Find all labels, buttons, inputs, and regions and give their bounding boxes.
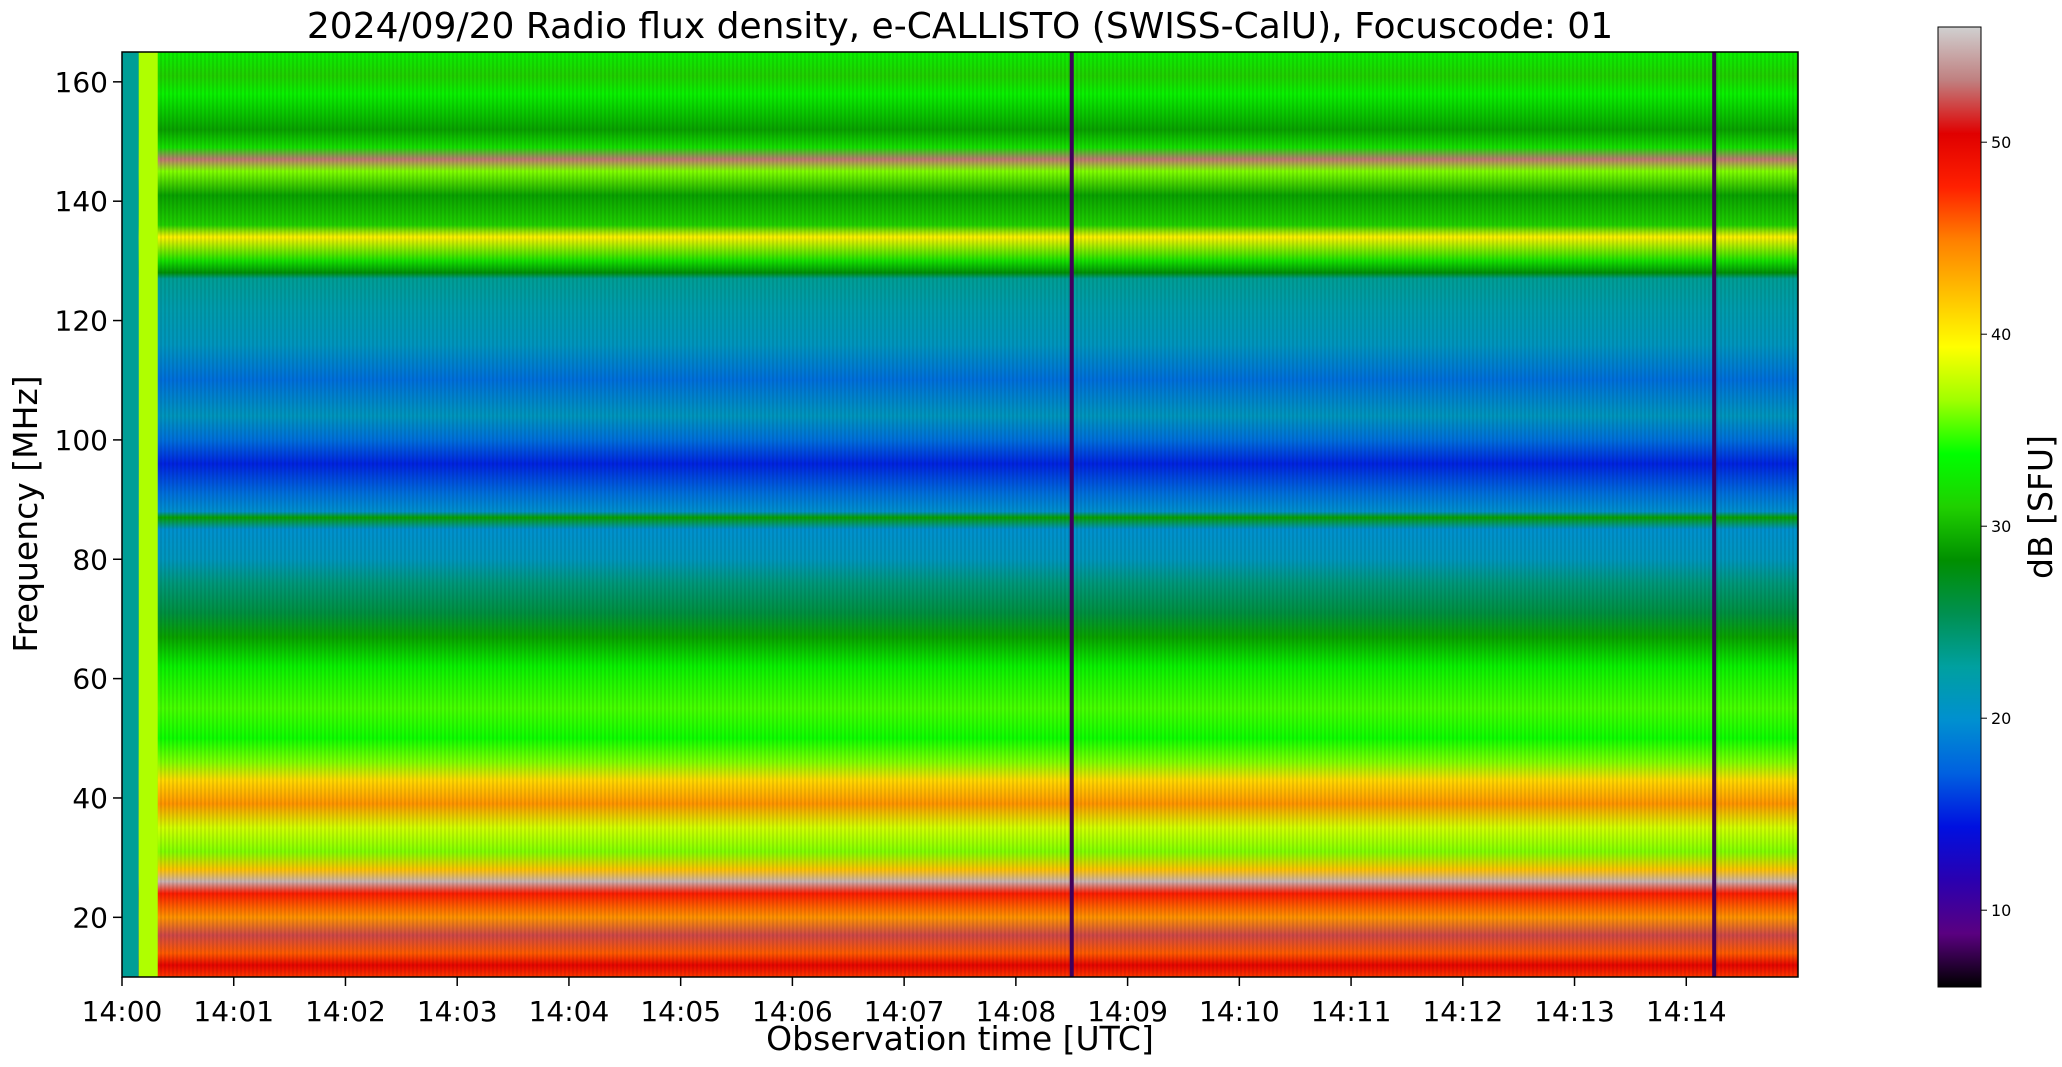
x-tick-label: 14:04	[529, 995, 610, 1028]
y-tick-label: 80	[72, 543, 108, 576]
colorbar-tick-label: 50	[1991, 133, 2011, 152]
x-tick-label: 14:11	[1311, 995, 1392, 1028]
plot-area	[121, 51, 1799, 978]
x-tick-label: 14:02	[305, 995, 386, 1028]
y-tick-label: 20	[72, 901, 108, 934]
x-tick-label: 14:05	[640, 995, 721, 1028]
colorbar-tick-label: 10	[1991, 901, 2011, 920]
startup-column-2	[138, 52, 158, 977]
y-tick-label: 120	[55, 305, 108, 338]
y-axis: 20 40 60 80 100 120 140 160	[55, 66, 122, 934]
y-tick-label: 160	[55, 66, 108, 99]
y-tick-label: 140	[55, 185, 108, 218]
startup-column-1	[122, 52, 139, 977]
x-tick-label: 14:00	[82, 995, 163, 1028]
colorbar-tick-label: 20	[1991, 709, 2011, 728]
x-tick-label: 14:12	[1422, 995, 1503, 1028]
colorbar-tick-label: 40	[1991, 325, 2011, 344]
x-axis-label: Observation time [UTC]	[766, 1019, 1154, 1058]
x-tick-label: 14:13	[1534, 995, 1615, 1028]
event-spike-2	[1712, 52, 1717, 977]
x-tick-label: 14:14	[1646, 995, 1727, 1028]
x-tick-label: 14:10	[1199, 995, 1280, 1028]
x-tick-label: 14:01	[193, 995, 274, 1028]
colorbar-tick-label: 30	[1991, 517, 2011, 536]
colorbar-scale	[1937, 26, 1982, 988]
colorbar-ticks: 10 20 30 40 50	[1981, 133, 2011, 920]
event-spike-1	[1069, 52, 1074, 977]
colorbar: 10 20 30 40 50 dB [SFU]	[1937, 26, 2060, 988]
spectrogram-chart: 2024/09/20 Radio flux density, e-CALLIST…	[6, 6, 2060, 1058]
x-tick-label: 14:03	[417, 995, 498, 1028]
y-tick-label: 100	[55, 424, 108, 457]
y-tick-label: 40	[72, 782, 108, 815]
chart-title: 2024/09/20 Radio flux density, e-CALLIST…	[307, 6, 1613, 47]
y-axis-label: Frequency [MHz]	[6, 375, 45, 652]
y-tick-label: 60	[72, 663, 108, 696]
colorbar-label: dB [SFU]	[2021, 435, 2060, 579]
spectrogram-texture	[122, 52, 1798, 977]
